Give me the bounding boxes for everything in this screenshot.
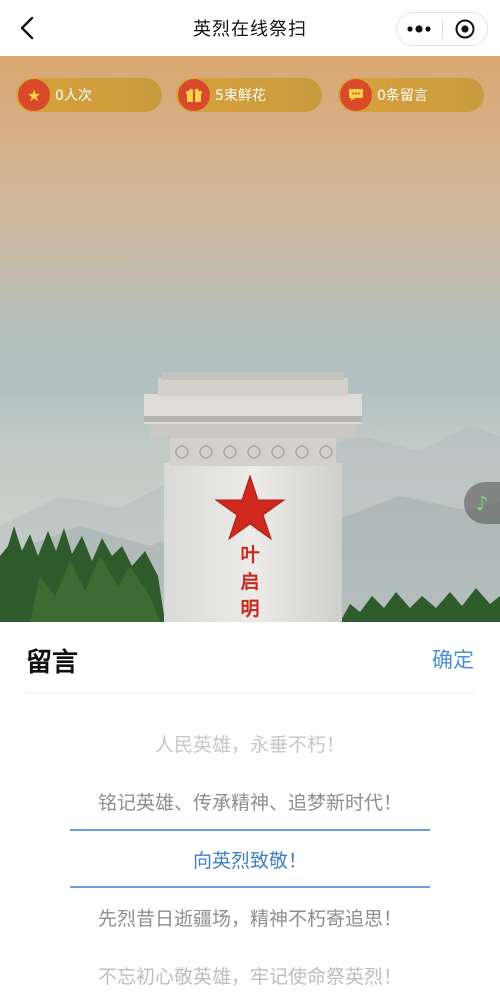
page-title: 英烈在线祭扫: [193, 19, 307, 40]
sheet-title: 留言: [26, 648, 79, 678]
back-button[interactable]: [16, 14, 40, 42]
chevron-left-icon: [20, 16, 34, 40]
gift-icon: [178, 79, 210, 111]
navigation-bar: 英烈在线祭扫: [0, 0, 500, 56]
star-icon: ★: [18, 79, 50, 111]
visits-count-pill[interactable]: ★ 0人次: [16, 78, 162, 112]
picker-option[interactable]: 铭记英雄、传承精神、追梦新时代！: [0, 788, 500, 815]
memorial-scene: 叶 启 明 ★ 0人次 5束鲜花 0条留言 ♪: [0, 56, 500, 622]
music-toggle-button[interactable]: ♪: [464, 482, 500, 524]
selection-indicator-bottom: [70, 886, 430, 888]
messages-count-pill[interactable]: 0条留言: [338, 78, 484, 112]
picker-option[interactable]: 不忘初心敬英雄，牢记使命祭英烈！: [0, 962, 500, 989]
target-circle-icon: [455, 19, 475, 39]
picker-option[interactable]: 人民英雄，永垂不朽！: [0, 730, 500, 757]
inscription-char: 明: [240, 598, 260, 620]
flowers-count-pill[interactable]: 5束鲜花: [176, 78, 322, 112]
close-miniprogram-button[interactable]: [443, 13, 488, 45]
message-picker[interactable]: 人民英雄，永垂不朽！ 铭记英雄、传承精神、追梦新时代！ 向英烈致敬！ 先烈昔日逝…: [0, 712, 500, 999]
selection-indicator-top: [70, 829, 430, 831]
picker-option[interactable]: 先烈昔日逝疆场，精神不朽寄追思！: [0, 904, 500, 931]
more-button[interactable]: [397, 13, 442, 45]
inscription-char: 叶: [240, 544, 260, 566]
mini-program-capsule: [396, 12, 488, 46]
visits-count-label: 0人次: [55, 88, 92, 104]
more-dots-icon: [407, 25, 431, 33]
message-icon: [340, 79, 372, 111]
inscription-char: 启: [240, 571, 260, 593]
sheet-divider: [26, 692, 474, 693]
messages-count-label: 0条留言: [377, 88, 428, 104]
picker-option-selected[interactable]: 向英烈致敬！: [0, 846, 500, 873]
message-picker-sheet: 留言 确定 人民英雄，永垂不朽！ 铭记英雄、传承精神、追梦新时代！ 向英烈致敬！…: [0, 622, 500, 999]
flowers-count-label: 5束鲜花: [215, 88, 266, 104]
memorial-background: [0, 56, 500, 622]
monument-inscription: 叶 启 明: [236, 542, 264, 622]
confirm-button[interactable]: 确定: [432, 644, 474, 674]
music-note-icon: ♪: [475, 491, 489, 515]
